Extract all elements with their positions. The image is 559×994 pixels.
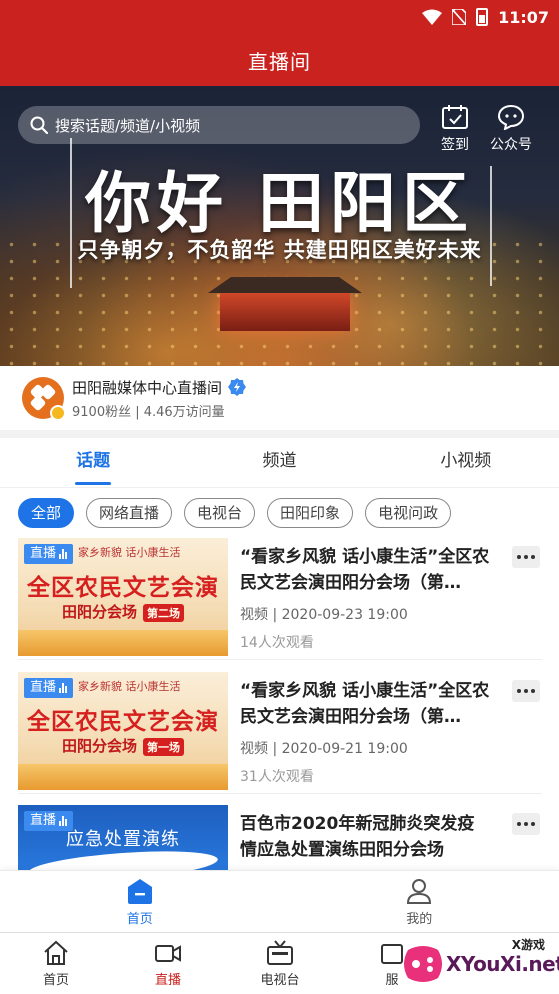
list-item[interactable]: 家乡新貌 话小康生活 全区农民文艺会演 田阳分会场 第二场 直播 “看家乡风貌 话… [18,538,542,660]
inner-nav-home[interactable]: 首页 [0,871,280,932]
more-options-icon[interactable] [512,546,540,568]
item-thumbnail: 家乡新貌 话小康生活 全区农民文艺会演 田阳分会场 第二场 直播 [18,538,228,656]
banner-subline: 只争朝夕，不负韶华 共建田阳区美好未来 [77,238,482,262]
status-time: 11:07 [498,7,549,27]
live-tag-label: 直播 [30,546,57,561]
top-bar: 11:07 直播间 [0,0,559,86]
inner-nav: 首页 我的 [0,870,559,932]
channel-info[interactable]: 田阳融媒体中心直播间 9100粉丝 | 4.46万访问量 [0,366,559,430]
live-tag-label: 直播 [30,813,57,828]
live-tag-label: 直播 [30,680,57,695]
item-meta: 视频 | 2020-09-23 19:00 [240,607,408,623]
item-title: “看家乡风貌 话小康生活”全区农民文艺会演田阳分会场（第… [240,547,490,593]
channel-stats: 9100粉丝 | 4.46万访问量 [72,404,225,420]
live-bars-icon [59,683,68,693]
live-bars-icon [59,816,68,826]
bottom-nav-home[interactable]: 首页 [0,933,112,994]
chat-bubble-icon [497,104,525,130]
watermark: X游戏 XYouXi.net [384,934,559,994]
more-options-icon[interactable] [512,813,540,835]
more-options-icon[interactable] [512,680,540,702]
channel-avatar [22,377,66,421]
tab-channels[interactable]: 频道 [186,438,372,487]
thumb-footer-decoration [18,764,228,790]
bottom-nav-live[interactable]: 直播 [112,933,224,994]
filter-web-live[interactable]: 网络直播 [86,498,173,528]
item-views: 14人次观看 [240,635,314,651]
inner-nav-home-label: 首页 [126,911,153,927]
search-bar[interactable]: 搜索话题/频道/小视频 [18,106,420,144]
status-bar: 11:07 [0,0,559,34]
wifi-icon [422,9,443,25]
live-tag: 直播 [24,678,74,698]
tab-short-videos[interactable]: 小视频 [373,438,559,487]
section-divider [0,430,559,438]
search-icon [30,116,48,134]
bottom-nav-tv-label: 电视台 [260,973,300,988]
filter-all[interactable]: 全部 [18,498,75,528]
item-meta: 视频 | 2020-09-21 19:00 [240,741,408,757]
bottom-nav-home-label: 首页 [42,973,69,988]
thumb-subtitle: 田阳分会场 第一场 [18,735,228,756]
hero-banner[interactable]: 搜索话题/频道/小视频 签到 公众号 你好 田阳区 只争朝夕，不负韶华 共建田阳… [0,86,559,366]
no-sim-icon [452,9,467,25]
live-bars-icon [59,549,68,559]
item-title: “看家乡风貌 话小康生活”全区农民文艺会演田阳分会场（第… [240,681,490,727]
watermark-text: XYouXi.net [446,952,559,976]
calendar-check-icon [442,105,468,129]
item-views: 31人次观看 [240,769,314,785]
thumb-session-badge: 第一场 [143,737,184,756]
watermark-small-text: X游戏 [511,938,545,952]
thumb-subtitle: 田阳分会场 第二场 [18,601,228,622]
inner-nav-mine-label: 我的 [406,911,433,927]
thumb-caption: 家乡新貌 话小康生活 [78,680,181,693]
item-thumbnail: 家乡新貌 话小康生活 全区农民文艺会演 田阳分会场 第一场 直播 [18,672,228,790]
avatar-verified-badge-icon [50,405,66,421]
video-camera-icon [155,945,181,962]
thumb-subtitle-text: 田阳分会场 [61,603,137,621]
checkin-button[interactable]: 签到 [430,104,480,154]
thumb-caption: 家乡新貌 话小康生活 [78,546,181,559]
banner-headline: 你好 田阳区 [85,165,474,242]
house-icon [44,940,68,965]
filter-tv-station[interactable]: 电视台 [184,498,256,528]
thumb-footer-decoration [18,630,228,656]
item-thumbnail: 应急处置演练 直播 [18,805,228,871]
tab-topics[interactable]: 话题 [0,438,186,487]
page-title: 直播间 [248,49,311,74]
content-tabs: 话题 频道 小视频 [0,438,559,488]
watermark-logo-icon [404,946,442,982]
list-item[interactable]: 应急处置演练 直播 百色市2020年新冠肺炎突发疫情应急处置演练田阳分会场 [18,805,542,871]
item-title: 百色市2020年新冠肺炎突发疫情应急处置演练田阳分会场 [240,814,475,860]
channel-name: 田阳融媒体中心直播间 [72,378,223,397]
thumb-title: 全区农民文艺会演 [27,709,219,735]
battery-icon [476,8,489,26]
list-item[interactable]: 家乡新貌 话小康生活 全区农民文艺会演 田阳分会场 第一场 直播 “看家乡风貌 话… [18,672,542,794]
filter-tianyang-impression[interactable]: 田阳印象 [267,498,354,528]
thumb-subtitle-text: 田阳分会场 [61,737,137,755]
tv-icon [267,940,293,965]
verified-icon [228,378,247,396]
search-placeholder: 搜索话题/频道/小视频 [55,116,201,135]
live-tag: 直播 [24,811,74,831]
filter-tv-politics[interactable]: 电视问政 [365,498,452,528]
official-account-button[interactable]: 公众号 [486,104,536,154]
bottom-nav-tv[interactable]: 电视台 [224,933,336,994]
thumb-session-badge: 第二场 [143,603,184,622]
bottom-nav-live-label: 直播 [154,973,181,988]
thumb-title: 全区农民文艺会演 [27,575,219,601]
live-tag: 直播 [24,544,74,564]
person-icon [407,878,432,904]
home-doc-icon [127,878,152,904]
filter-chips: 全部 网络直播 电视台 田阳印象 电视问政 [18,498,452,528]
banner-building [220,291,350,331]
inner-nav-mine[interactable]: 我的 [280,871,559,932]
